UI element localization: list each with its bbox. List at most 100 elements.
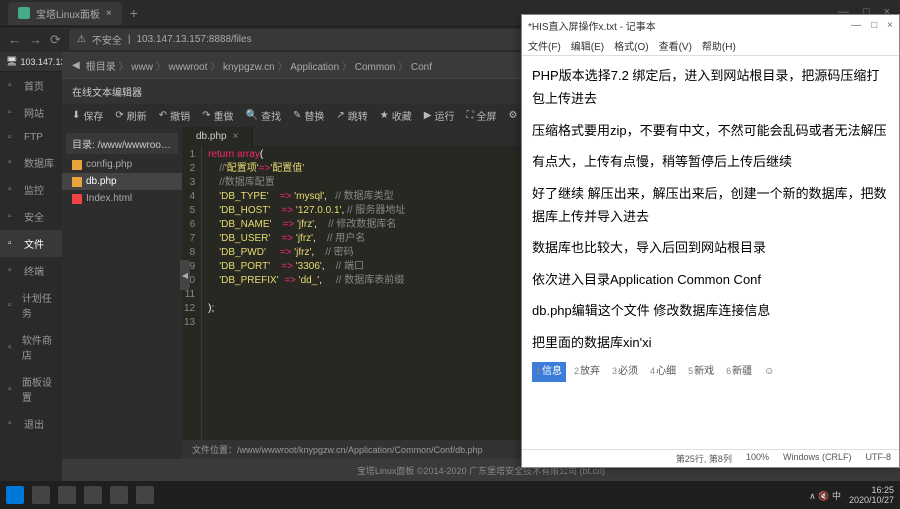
ime-candidate[interactable]: 3必须 <box>608 362 642 382</box>
nav-icon: ▫ <box>8 184 19 195</box>
jump-button[interactable]: ↗ 跳转 <box>336 108 367 123</box>
menu-help[interactable]: 帮助(H) <box>702 38 736 53</box>
notepad-line: 依次进入目录Application Common Conf <box>532 268 889 291</box>
tab-close-icon[interactable]: × <box>106 8 112 19</box>
fullscreen-button[interactable]: ⛶ 全屏 <box>466 108 496 123</box>
file-icon <box>72 194 82 204</box>
app-icon[interactable] <box>110 486 128 504</box>
nav-icon: ▫ <box>8 300 17 311</box>
nav-icon: ▫ <box>8 132 19 143</box>
sidebar-item[interactable]: ▫FTP <box>0 126 62 149</box>
sidebar-item[interactable]: ▫退出 <box>0 410 62 437</box>
sidebar-item[interactable]: ▫数据库 <box>0 149 62 176</box>
nav-icon: ▫ <box>8 107 19 118</box>
notepad-menu: 文件(F) 编辑(E) 格式(O) 查看(V) 帮助(H) <box>522 36 899 56</box>
breadcrumb-item[interactable]: 根目录 <box>86 62 116 73</box>
app2-icon[interactable] <box>136 486 154 504</box>
np-maximize-icon[interactable]: □ <box>871 20 877 31</box>
explorer-icon[interactable] <box>58 486 76 504</box>
find-button[interactable]: 🔍 查找 <box>246 108 281 123</box>
notepad-line: 数据库也比较大，导入后回到网站根目录 <box>532 236 889 259</box>
browser-tab[interactable]: 宝塔Linux面板 × <box>8 2 122 25</box>
breadcrumb-item[interactable]: Conf <box>411 62 432 73</box>
close-tab-icon[interactable]: × <box>233 131 239 142</box>
breadcrumb-item[interactable]: knypgzw.cn <box>223 62 275 73</box>
notepad-line: 好了继续 解压出来，解压出来后，创建一个新的数据库，把数据库上传并导入进去 <box>532 182 889 229</box>
nav-icon: ▫ <box>8 384 17 395</box>
notepad-line: 有点大，上传有点慢，稍等暂停后上传后继续 <box>532 150 889 173</box>
ime-candidate[interactable]: 1信息 <box>532 362 566 382</box>
np-close-icon[interactable]: × <box>887 20 893 31</box>
sidebar-item[interactable]: ▫面板设置 <box>0 368 62 410</box>
taskbar: ∧ 🔇 中 16:252020/10/27 <box>0 481 900 509</box>
save-button[interactable]: ⬇ 保存 <box>72 108 103 123</box>
file-tree: 目录: /www/wwwroot/knypgzw.cn/Ap... config… <box>62 127 182 459</box>
forward-button[interactable]: → <box>29 32 42 47</box>
notepad-window: *HIS直入屏操作x.txt - 记事本 — □ × 文件(F) 编辑(E) 格… <box>521 14 900 468</box>
sidebar-item[interactable]: ▫计划任务 <box>0 284 62 326</box>
sidebar-item[interactable]: ▫监控 <box>0 176 62 203</box>
breadcrumb-item[interactable]: Common <box>355 62 396 73</box>
refresh-button[interactable]: ⟳ 刷新 <box>115 108 146 123</box>
sidebar-item[interactable]: ▫网站 <box>0 99 62 126</box>
nav-icon: ▫ <box>8 157 19 168</box>
server-ip[interactable]: 🖥 103.147.13.197 0 <box>0 52 62 72</box>
insecure-icon: ⚠ <box>77 34 86 45</box>
ime-candidate[interactable]: 5新戏 <box>684 362 718 382</box>
tab-title: 宝塔Linux面板 <box>36 6 100 21</box>
taskview-icon[interactable] <box>32 486 50 504</box>
sidebar-item[interactable]: ▫首页 <box>0 72 62 99</box>
redo-button[interactable]: ↷ 重做 <box>202 108 233 123</box>
nav-icon: ▫ <box>8 342 17 353</box>
ime-candidates[interactable]: 1信息2放弃3必须4心细5新戏6新疆☺ <box>532 362 889 382</box>
notepad-title: *HIS直入屏操作x.txt - 记事本 <box>528 18 656 33</box>
sidebar-item[interactable]: ▫文件 <box>0 230 62 257</box>
file-tree-item[interactable]: Index.html <box>62 190 182 207</box>
np-minimize-icon[interactable]: — <box>851 20 861 31</box>
reload-button[interactable]: ⟳ <box>50 32 61 48</box>
sidebar-item[interactable]: ▫软件商店 <box>0 326 62 368</box>
back-button[interactable]: ← <box>8 32 21 47</box>
tab-favicon <box>18 7 30 19</box>
breadcrumb-item[interactable]: Application <box>290 62 339 73</box>
ime-candidate[interactable]: 4心细 <box>646 362 680 382</box>
breadcrumb-item[interactable]: www <box>131 62 153 73</box>
code-tab[interactable]: db.php × <box>182 127 253 146</box>
system-tray[interactable]: ∧ 🔇 中 16:252020/10/27 <box>809 481 894 509</box>
url-text: 103.147.13.157:8888/files <box>136 34 251 45</box>
notepad-line: db.php编辑这个文件 修改数据库连接信息 <box>532 299 889 322</box>
ime-candidate[interactable]: 2放弃 <box>570 362 604 382</box>
ime-candidate[interactable]: 6新疆 <box>722 362 756 382</box>
menu-edit[interactable]: 编辑(E) <box>571 38 604 53</box>
notepad-line: 把里面的数据库xin'xi <box>532 331 889 354</box>
menu-format[interactable]: 格式(O) <box>614 38 648 53</box>
run-button[interactable]: ▶ 运行 <box>424 108 455 123</box>
fav-button[interactable]: ★ 收藏 <box>380 108 412 123</box>
notepad-body[interactable]: PHP版本选择7.2 绑定后，进入到网站根目录，把源码压缩打包上传进去压缩格式要… <box>522 56 899 449</box>
insecure-label: 不安全 <box>92 32 122 47</box>
nav-icon: ▫ <box>8 418 19 429</box>
collapse-handle[interactable]: ◀ <box>180 260 190 290</box>
menu-view[interactable]: 查看(V) <box>659 38 692 53</box>
chrome-icon[interactable] <box>84 486 102 504</box>
sidebar-item[interactable]: ▫安全 <box>0 203 62 230</box>
notepad-line: PHP版本选择7.2 绑定后，进入到网站根目录，把源码压缩打包上传进去 <box>532 64 889 111</box>
start-button[interactable] <box>6 486 24 504</box>
nav-icon: ▫ <box>8 211 19 222</box>
file-tree-item[interactable]: db.php <box>62 173 182 190</box>
new-tab-button[interactable]: + <box>130 5 138 21</box>
file-tree-item[interactable]: config.php <box>62 156 182 173</box>
sidebar-item[interactable]: ▫终端 <box>0 257 62 284</box>
breadcrumb-item[interactable]: wwwroot <box>169 62 208 73</box>
file-tree-path[interactable]: 目录: /www/wwwroot/knypgzw.cn/Ap... <box>66 133 178 154</box>
replace-button[interactable]: ✎ 替换 <box>293 108 324 123</box>
notepad-line: 压缩格式要用zip，不要有中文，不然可能会乱码或者无法解压 <box>532 119 889 142</box>
menu-file[interactable]: 文件(F) <box>528 38 561 53</box>
tray-indicator[interactable]: ∧ 🔇 中 <box>809 489 841 502</box>
file-icon <box>72 160 82 170</box>
ime-emoji-icon[interactable]: ☺ <box>760 362 778 382</box>
file-icon <box>72 177 82 187</box>
nav-icon: ▫ <box>8 238 19 249</box>
back-icon[interactable]: ◀ <box>72 60 80 71</box>
undo-button[interactable]: ↶ 撤销 <box>159 108 190 123</box>
